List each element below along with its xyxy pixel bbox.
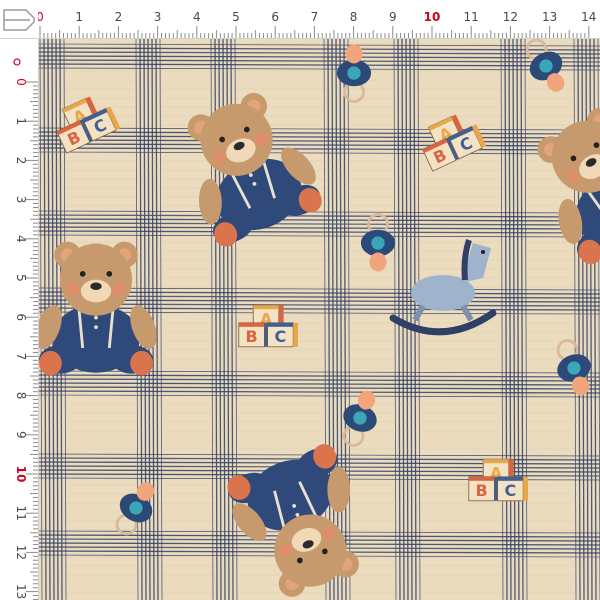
ruler-origin-marker (13, 58, 21, 66)
ruler-top-label: 13 (542, 10, 557, 24)
ruler-left-label: 2 (14, 157, 28, 165)
ruler-top-label: 9 (389, 10, 397, 24)
ruler-left-label: 3 (14, 196, 28, 204)
ruler-top-label: 11 (464, 10, 479, 24)
ruler-left-label: 0 (14, 78, 28, 86)
ruler-left-label: 8 (14, 392, 28, 400)
ruler-left-label: 5 (14, 274, 28, 282)
fabric-preview: ABCABCABCABC 0 1 2 3 4 5 6 7 8 9 10 11 12 13 14 012345… (0, 0, 600, 600)
block-letter: C (275, 327, 287, 346)
ruler-left-label: 10 (14, 466, 28, 483)
block-letter: C (505, 481, 517, 500)
ruler-left-label: 13 (14, 584, 28, 599)
ruler-top-label: 10 (424, 10, 441, 24)
ruler-left-label: 7 (14, 353, 28, 361)
ruler-top-label: 7 (311, 10, 319, 24)
ruler-left-label: 1 (14, 117, 28, 125)
ruler-top-label: 1 (75, 10, 83, 24)
ruler-corner (0, 0, 38, 38)
ruler-top-label: 6 (271, 10, 279, 24)
fabric-print-area: ABCABCABCABC (38, 38, 600, 600)
ruler-top-scale: 0 1 2 3 4 5 6 7 8 9 10 11 12 13 14 (36, 10, 596, 38)
ruler-top-label: 4 (193, 10, 201, 24)
ruler-left-label: 4 (14, 235, 28, 243)
ruler-top-label: 14 (581, 10, 596, 24)
block-letter: B (245, 327, 257, 346)
ruler-left-label: 11 (14, 506, 28, 521)
ruler-top-label: 2 (115, 10, 123, 24)
ruler-left-label: 6 (14, 313, 28, 321)
ruler-left-scale: 012345678910111213 (13, 58, 38, 600)
fabric-pattern: ABC ABCAB CAB C (38, 38, 600, 600)
ruler-left: 0 1 2 3 4 5 6 7 8 9 10 11 12 13 (0, 0, 39, 600)
ruler-top: 0 1 2 3 4 5 6 7 8 9 10 11 12 13 14 (0, 0, 600, 39)
block-letter: B (475, 481, 487, 500)
ruler-top-label: 12 (503, 10, 518, 24)
ruler-top-label: 3 (154, 10, 162, 24)
ruler-top-label: 8 (350, 10, 358, 24)
ruler-left-label: 9 (14, 431, 28, 439)
ruler-top-label: 5 (232, 10, 240, 24)
ruler-left-label: 12 (14, 545, 28, 560)
